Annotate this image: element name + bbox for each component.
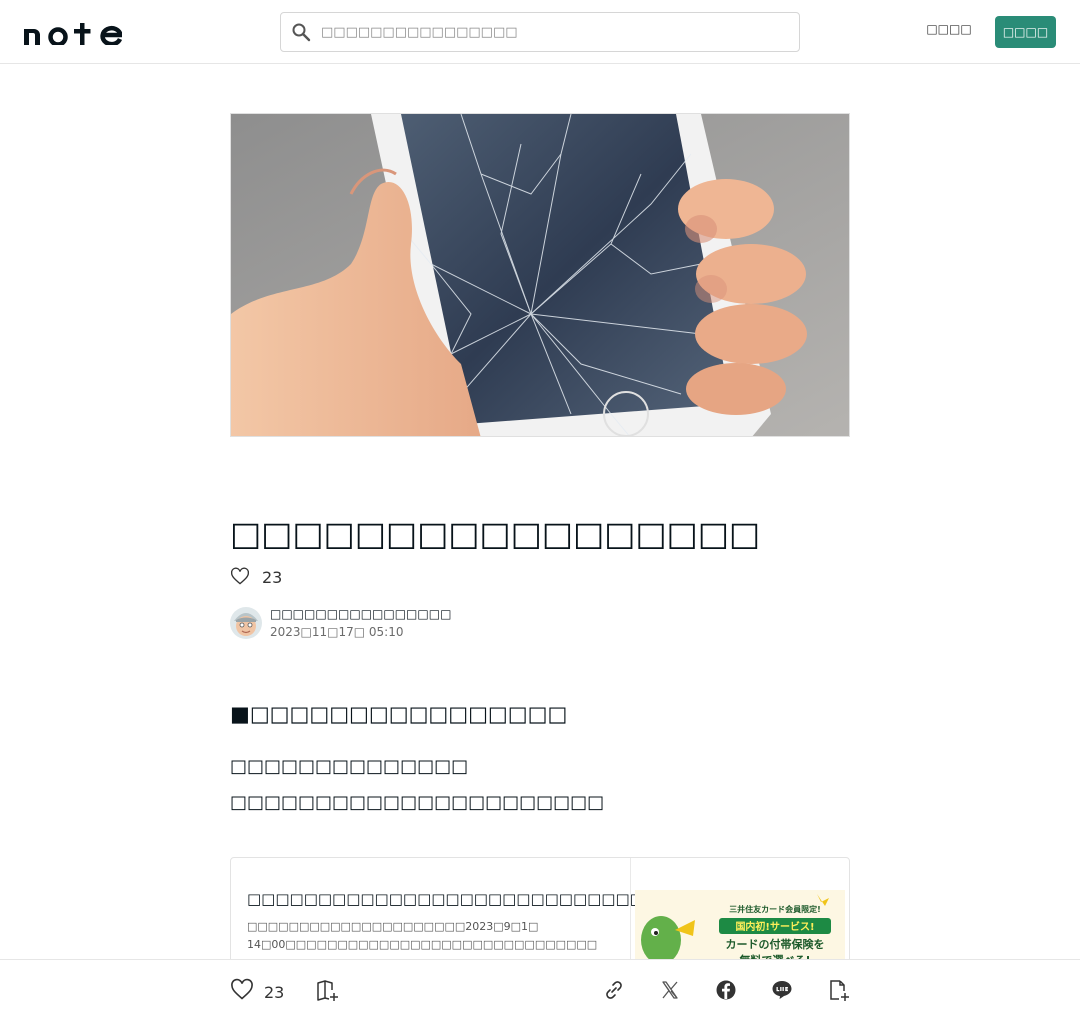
- like-button[interactable]: 23: [230, 978, 285, 1006]
- share-x-button[interactable]: [658, 980, 682, 1004]
- embed-code-button[interactable]: [826, 980, 850, 1004]
- post-date: 2023□11□17□ 05:10: [270, 625, 404, 639]
- like-count: 23: [262, 567, 283, 587]
- embed-image-text: カードの付帯保険を: [726, 937, 825, 951]
- x-logo-icon: [658, 978, 682, 1006]
- heart-icon: [230, 978, 254, 1006]
- copy-link-button[interactable]: [602, 980, 626, 1004]
- bottom-action-bar: 23: [0, 959, 1080, 1024]
- note-logo-mark: [24, 23, 122, 45]
- embed-description: □□□□□□□□□□□□□□□□□□□□□2023□9□1□ 14□00□□□□…: [247, 920, 598, 951]
- embed-image-text: 国内初!サービス!: [735, 920, 814, 933]
- document-add-icon: [826, 978, 850, 1006]
- link-icon: [602, 978, 626, 1006]
- book-add-icon: [315, 978, 339, 1006]
- article-like[interactable]: 23: [230, 566, 282, 588]
- body-paragraph: □□□□□□□□□□□□□□: [230, 756, 469, 777]
- login-link[interactable]: □□□□: [926, 22, 972, 36]
- site-header: □□□□ □□□□: [0, 0, 1080, 64]
- embed-image-text: 三井住友カード会員限定!: [729, 904, 821, 914]
- search-icon: [281, 13, 321, 51]
- section-heading: ■□□□□□□□□□□□□□□□□: [230, 702, 568, 726]
- embed-title: □□□□□□□□□□□□□□□□□□□□□□□□□□□□□□□: [247, 890, 687, 908]
- signup-button[interactable]: □□□□: [995, 16, 1056, 48]
- author-name[interactable]: □□□□□□□□□□□□□□□□: [270, 606, 451, 622]
- avatar[interactable]: [230, 607, 262, 639]
- body-paragraph: □□□□□□□□□□□□□□□□□□□□□□: [230, 792, 605, 813]
- search-box[interactable]: [280, 12, 800, 52]
- article-title: □□□□□□□□□□□□□□□□□: [230, 514, 761, 553]
- share-line-button[interactable]: [770, 980, 794, 1004]
- heart-icon: [230, 567, 250, 587]
- note-logo[interactable]: [24, 19, 122, 45]
- share-facebook-button[interactable]: [714, 980, 738, 1004]
- article-cover-image: [230, 113, 850, 437]
- facebook-icon: [714, 978, 738, 1006]
- author-info[interactable]: □□□□□□□□□□□□□□□□ 2023□11□17□ 05:10: [230, 606, 451, 640]
- like-count: 23: [264, 982, 285, 1002]
- search-input[interactable]: [321, 14, 781, 50]
- line-icon: [770, 978, 794, 1006]
- magazine-add-button[interactable]: [315, 980, 339, 1004]
